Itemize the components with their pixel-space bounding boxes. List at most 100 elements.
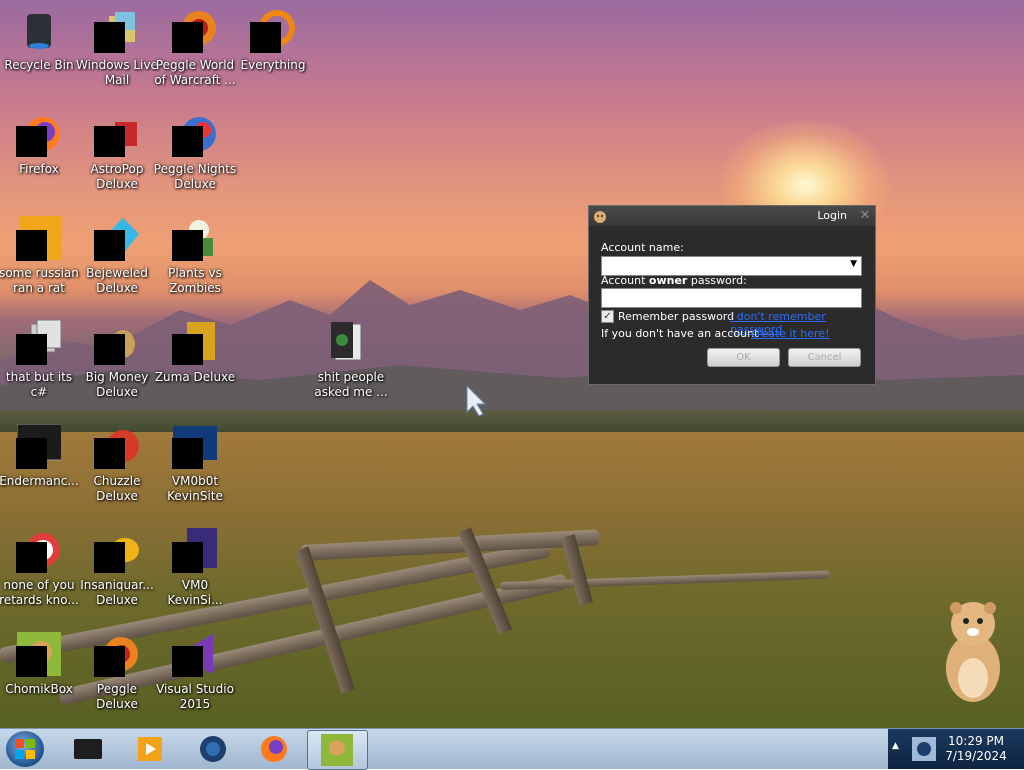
redaction-block	[16, 230, 47, 261]
desktop-icon-label: Peggle Deluxe	[96, 682, 138, 711]
redaction-block	[250, 22, 281, 53]
media-player-icon[interactable]	[134, 733, 166, 765]
password-label-suffix: password:	[687, 274, 747, 287]
desktop-icon-label: VM0 KevinSi...	[167, 578, 223, 607]
terminal-icon[interactable]	[72, 733, 104, 765]
desktop-icon-label: Peggle World of Warcraft ...	[154, 58, 236, 87]
redaction-block	[16, 334, 47, 365]
desktop-icon-label: Insaniquar... Deluxe	[80, 578, 154, 607]
clock-time: 10:29 PM	[948, 734, 1004, 748]
desktop-icon-that-but-its-c[interactable]: that but its c#	[1, 312, 77, 408]
password-label-bold: owner	[648, 274, 688, 287]
desktop-icon-firefox[interactable]: Firefox	[1, 104, 77, 200]
password-label: Account owner password:	[601, 274, 747, 287]
chomikbox-icon	[321, 734, 353, 766]
cancel-button[interactable]: Cancel	[788, 348, 861, 367]
desktop-icon-astropop[interactable]: AstroPop Deluxe	[79, 104, 155, 200]
redaction-block	[172, 230, 203, 261]
desktop-icon-vm0b0t[interactable]: VM0b0t KevinSite	[157, 416, 233, 512]
desktop-icon-peggle-nights[interactable]: Peggle Nights Deluxe	[154, 104, 236, 200]
desktop-icon-label: Chuzzle Deluxe	[93, 474, 141, 503]
redaction-block	[16, 438, 47, 469]
clock[interactable]: 10:29 PM 7/19/2024	[936, 734, 1016, 764]
desktop-icon-chuzzle[interactable]: Chuzzle Deluxe	[79, 416, 155, 512]
desktop-icon-label: Peggle Nights Deluxe	[153, 162, 237, 191]
dialog-titlebar[interactable]: Login ✕	[589, 206, 875, 226]
chevron-down-icon[interactable]: ▼	[850, 259, 857, 269]
network-icon[interactable]	[910, 735, 938, 763]
password-input[interactable]	[601, 288, 862, 308]
desktop-icon-recycle-bin[interactable]: Recycle Bin	[1, 0, 77, 96]
desktop-icon-peggle-wow[interactable]: Peggle World of Warcraft ...	[154, 0, 236, 96]
redaction-block	[172, 334, 203, 365]
recycle-bin-icon	[27, 14, 51, 49]
taskbar-item-chomikbox[interactable]	[307, 730, 368, 770]
desktop-icon-label: Endermanc...	[0, 474, 79, 488]
desktop-icon-plants-vs-zombies[interactable]: Plants vs Zombies	[157, 208, 233, 304]
show-hidden-icons-arrow-icon[interactable]: ▲	[892, 741, 899, 751]
firefox-icon[interactable]	[258, 733, 290, 765]
desktop-icon-label: Plants vs Zombies	[168, 266, 222, 295]
desktop-icon-big-money[interactable]: Big Money Deluxe	[79, 312, 155, 408]
desktop-icon-chomikbox[interactable]: ChomikBox	[1, 624, 77, 720]
desktop-icon-visual-studio[interactable]: Visual Studio 2015	[156, 624, 234, 720]
redaction-block	[94, 126, 125, 157]
redaction-block	[172, 126, 203, 157]
redaction-block	[94, 542, 125, 573]
dialog-title: Login	[817, 209, 847, 222]
desktop-icon-label: ChomikBox	[5, 682, 73, 696]
redaction-block	[94, 646, 125, 677]
folder-icon	[331, 322, 362, 361]
desktop-icon-label: some russian ran a rat	[0, 266, 79, 295]
desktop-icon-label: Windows Live Mail	[76, 58, 158, 87]
redaction-block	[16, 542, 47, 573]
redaction-block	[16, 126, 47, 157]
desktop-icon-label: Recycle Bin	[4, 58, 74, 72]
desktop-icon-label: VM0b0t KevinSite	[167, 474, 223, 503]
password-label-prefix: Account	[601, 274, 649, 287]
desktop-icon-label: none of you retards kno...	[0, 578, 79, 607]
clock-date: 7/19/2024	[945, 749, 1007, 763]
redaction-block	[94, 438, 125, 469]
desktop-icon-zuma[interactable]: Zuma Deluxe	[155, 312, 235, 408]
desktop-icon-vm0-kevinsite[interactable]: VM0 KevinSi...	[157, 520, 233, 616]
start-button[interactable]	[6, 731, 44, 767]
desktop-icon-label: shit people asked me ...	[314, 370, 388, 399]
redaction-block	[172, 438, 203, 469]
redaction-block	[94, 334, 125, 365]
no-account-text: If you don't have an account -	[601, 327, 766, 340]
globe-icon[interactable]	[197, 733, 229, 765]
account-name-label: Account name:	[601, 241, 684, 254]
redaction-block	[172, 542, 203, 573]
desktop-icon-label: Firefox	[19, 162, 59, 176]
desktop-icon-endermanch[interactable]: Endermanc...	[0, 416, 79, 512]
ok-button[interactable]: OK	[707, 348, 780, 367]
desktop-icon-everything[interactable]: Everything	[235, 0, 311, 96]
desktop-icon-label: AstroPop Deluxe	[90, 162, 144, 191]
desktop-icon-shit-people-asked[interactable]: shit people asked me ...	[313, 312, 389, 408]
desktop-icon-insaniquarium[interactable]: Insaniquar... Deluxe	[79, 520, 155, 616]
desktop-icon-bejeweled[interactable]: Bejeweled Deluxe	[79, 208, 155, 304]
close-icon[interactable]: ✕	[857, 208, 873, 224]
desktop-icon-some-russian[interactable]: some russian ran a rat	[0, 208, 79, 304]
create-account-link[interactable]: create it here!	[751, 327, 829, 340]
desktop: Recycle Bin Windows Live Mail Peggle Wor…	[0, 0, 1024, 728]
redaction-block	[16, 646, 47, 677]
hamster-mascot	[946, 602, 1000, 702]
redaction-block	[94, 230, 125, 261]
account-name-combobox[interactable]: ▼	[601, 256, 862, 276]
remember-password-checkbox[interactable]: ✓	[601, 310, 614, 323]
desktop-icon-label: Everything	[240, 58, 306, 72]
desktop-icon-peggle-deluxe[interactable]: Peggle Deluxe	[79, 624, 155, 720]
login-dialog: Login ✕ Account name: ▼ Account owner pa…	[588, 205, 876, 385]
desktop-icon-label: Visual Studio 2015	[156, 682, 234, 711]
desktop-icon-windows-live-mail[interactable]: Windows Live Mail	[76, 0, 158, 96]
taskbar: ▲ 10:29 PM 7/19/2024	[0, 728, 1024, 770]
desktop-icon-none-of-you[interactable]: none of you retards kno...	[0, 520, 79, 616]
remember-password-label: Remember password	[618, 310, 735, 323]
system-tray: ▲ 10:29 PM 7/19/2024	[888, 729, 1024, 769]
desktop-icon-label: Zuma Deluxe	[154, 370, 236, 384]
desktop-icon-label: that but its c#	[5, 370, 73, 399]
redaction-block	[94, 22, 125, 53]
redaction-block	[172, 22, 203, 53]
